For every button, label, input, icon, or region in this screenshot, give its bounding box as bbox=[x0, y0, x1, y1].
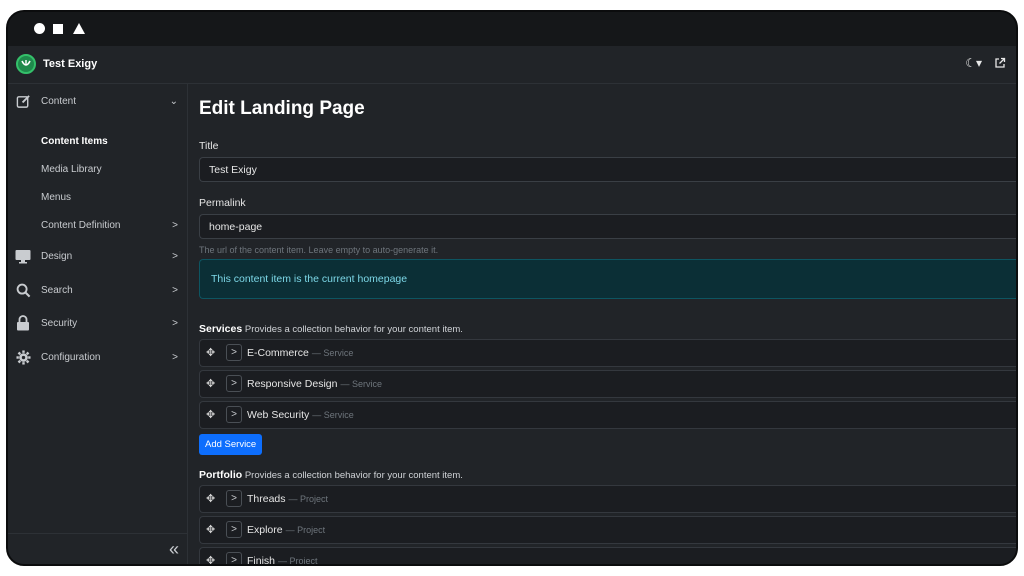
external-link-icon[interactable] bbox=[994, 56, 1006, 74]
sidebar-item-security[interactable]: Security > bbox=[8, 308, 188, 338]
sidebar-item-configuration[interactable]: Configuration > bbox=[8, 342, 188, 372]
sidebar-subitem-menus[interactable]: Menus bbox=[41, 192, 71, 203]
sidebar: Content ⌄ Content Items Media Library Me… bbox=[8, 84, 188, 564]
chevron-right-icon: > bbox=[172, 250, 178, 262]
sidebar-item-label: Content bbox=[41, 95, 77, 107]
portfolio-heading: Portfolio bbox=[199, 469, 243, 481]
move-icon[interactable]: ✥ bbox=[206, 377, 215, 390]
window-titlebar bbox=[8, 12, 1016, 46]
page-title: Edit Landing Page bbox=[199, 98, 365, 119]
sidebar-item-search[interactable]: Search > bbox=[8, 275, 188, 305]
expand-button[interactable]: > bbox=[226, 406, 242, 423]
expand-button[interactable]: > bbox=[226, 344, 242, 361]
lock-icon bbox=[15, 315, 31, 331]
permalink-hint: The url of the content item. Leave empty… bbox=[199, 245, 439, 255]
sidebar-subitem-media-library[interactable]: Media Library bbox=[41, 164, 102, 175]
theme-toggle-button[interactable]: ☾▾ bbox=[965, 56, 982, 70]
permalink-label: Permalink bbox=[199, 197, 246, 209]
move-icon[interactable]: ✥ bbox=[206, 523, 215, 536]
sidebar-item-label: Content Definition bbox=[41, 219, 121, 231]
item-type: — Service bbox=[340, 379, 382, 389]
expand-button[interactable]: > bbox=[226, 521, 242, 538]
move-icon[interactable]: ✥ bbox=[206, 408, 215, 421]
list-item: ✥ > Explore — Project bbox=[199, 516, 1016, 544]
sidebar-subitem-content-definition[interactable]: Content Definition > bbox=[8, 210, 188, 240]
item-name: Web Security bbox=[247, 409, 310, 421]
search-icon bbox=[15, 282, 31, 298]
list-item: ✥ > Responsive Design — Service bbox=[199, 370, 1016, 398]
item-name: Explore bbox=[247, 524, 283, 536]
square-icon bbox=[53, 24, 63, 34]
item-name: Finish bbox=[247, 555, 276, 564]
sidebar-subitem-content-items[interactable]: Content Items bbox=[41, 136, 108, 147]
portfolio-section-title: Portfolio Provides a collection behavior… bbox=[199, 469, 463, 481]
chevron-right-icon: > bbox=[172, 351, 178, 363]
collapse-sidebar-button[interactable]: « bbox=[169, 539, 179, 560]
services-heading: Services bbox=[199, 323, 243, 335]
monitor-icon bbox=[15, 248, 31, 264]
sidebar-item-label: Configuration bbox=[41, 351, 101, 363]
item-type: — Project bbox=[278, 556, 318, 564]
chevron-right-icon: > bbox=[172, 317, 178, 329]
item-type: — Service bbox=[312, 410, 354, 420]
circle-icon bbox=[34, 23, 45, 34]
title-input[interactable]: Test Exigy bbox=[199, 157, 1016, 182]
expand-button[interactable]: > bbox=[226, 375, 242, 392]
gear-icon bbox=[15, 349, 31, 365]
sidebar-collapse-bar: « bbox=[8, 533, 187, 564]
sidebar-item-label: Design bbox=[41, 250, 73, 262]
list-item: ✥ > Threads — Project bbox=[199, 485, 1016, 513]
sidebar-item-label: Security bbox=[41, 317, 78, 329]
item-type: — Project bbox=[285, 525, 326, 535]
chevron-right-icon: > bbox=[172, 284, 178, 296]
permalink-input[interactable]: home-page bbox=[199, 214, 1016, 239]
sidebar-item-label: Search bbox=[41, 284, 73, 296]
site-name[interactable]: Test Exigy bbox=[43, 58, 97, 70]
item-name: E-Commerce bbox=[247, 347, 309, 359]
item-type: — Service bbox=[311, 348, 354, 358]
list-item: ✥ > Finish — Project bbox=[199, 547, 1016, 564]
item-name: Responsive Design bbox=[247, 378, 338, 390]
services-description: Provides a collection behavior for your … bbox=[244, 324, 463, 335]
item-type: — Project bbox=[288, 494, 329, 504]
chevron-down-icon: ⌄ bbox=[169, 95, 178, 107]
move-icon[interactable]: ✥ bbox=[206, 346, 215, 359]
window-frame: Test Exigy ☾▾ Content ⌄ Content Items Me… bbox=[6, 10, 1018, 566]
chevron-right-icon: > bbox=[172, 219, 178, 231]
homepage-notice: This content item is the current homepag… bbox=[199, 259, 1016, 299]
list-item: ✥ > E-Commerce — Service bbox=[199, 339, 1016, 367]
logo-icon[interactable] bbox=[16, 54, 36, 74]
app-header: Test Exigy ☾▾ bbox=[8, 46, 1016, 84]
expand-button[interactable]: > bbox=[226, 490, 242, 507]
expand-button[interactable]: > bbox=[226, 552, 242, 564]
portfolio-description: Provides a collection behavior for your … bbox=[244, 470, 463, 481]
list-item: ✥ > Web Security — Service bbox=[199, 401, 1016, 429]
main-content: Edit Landing Page Title Test Exigy Perma… bbox=[188, 84, 1016, 564]
edit-icon bbox=[15, 93, 31, 109]
add-service-button[interactable]: Add Service bbox=[199, 434, 263, 455]
triangle-icon bbox=[73, 23, 85, 34]
title-label: Title bbox=[199, 140, 219, 152]
move-icon[interactable]: ✥ bbox=[206, 492, 215, 505]
item-name: Threads bbox=[247, 493, 286, 505]
sidebar-item-design[interactable]: Design > bbox=[8, 241, 188, 271]
move-icon[interactable]: ✥ bbox=[206, 554, 215, 564]
sidebar-item-content[interactable]: Content ⌄ bbox=[8, 86, 188, 116]
services-section-title: Services Provides a collection behavior … bbox=[199, 323, 463, 335]
